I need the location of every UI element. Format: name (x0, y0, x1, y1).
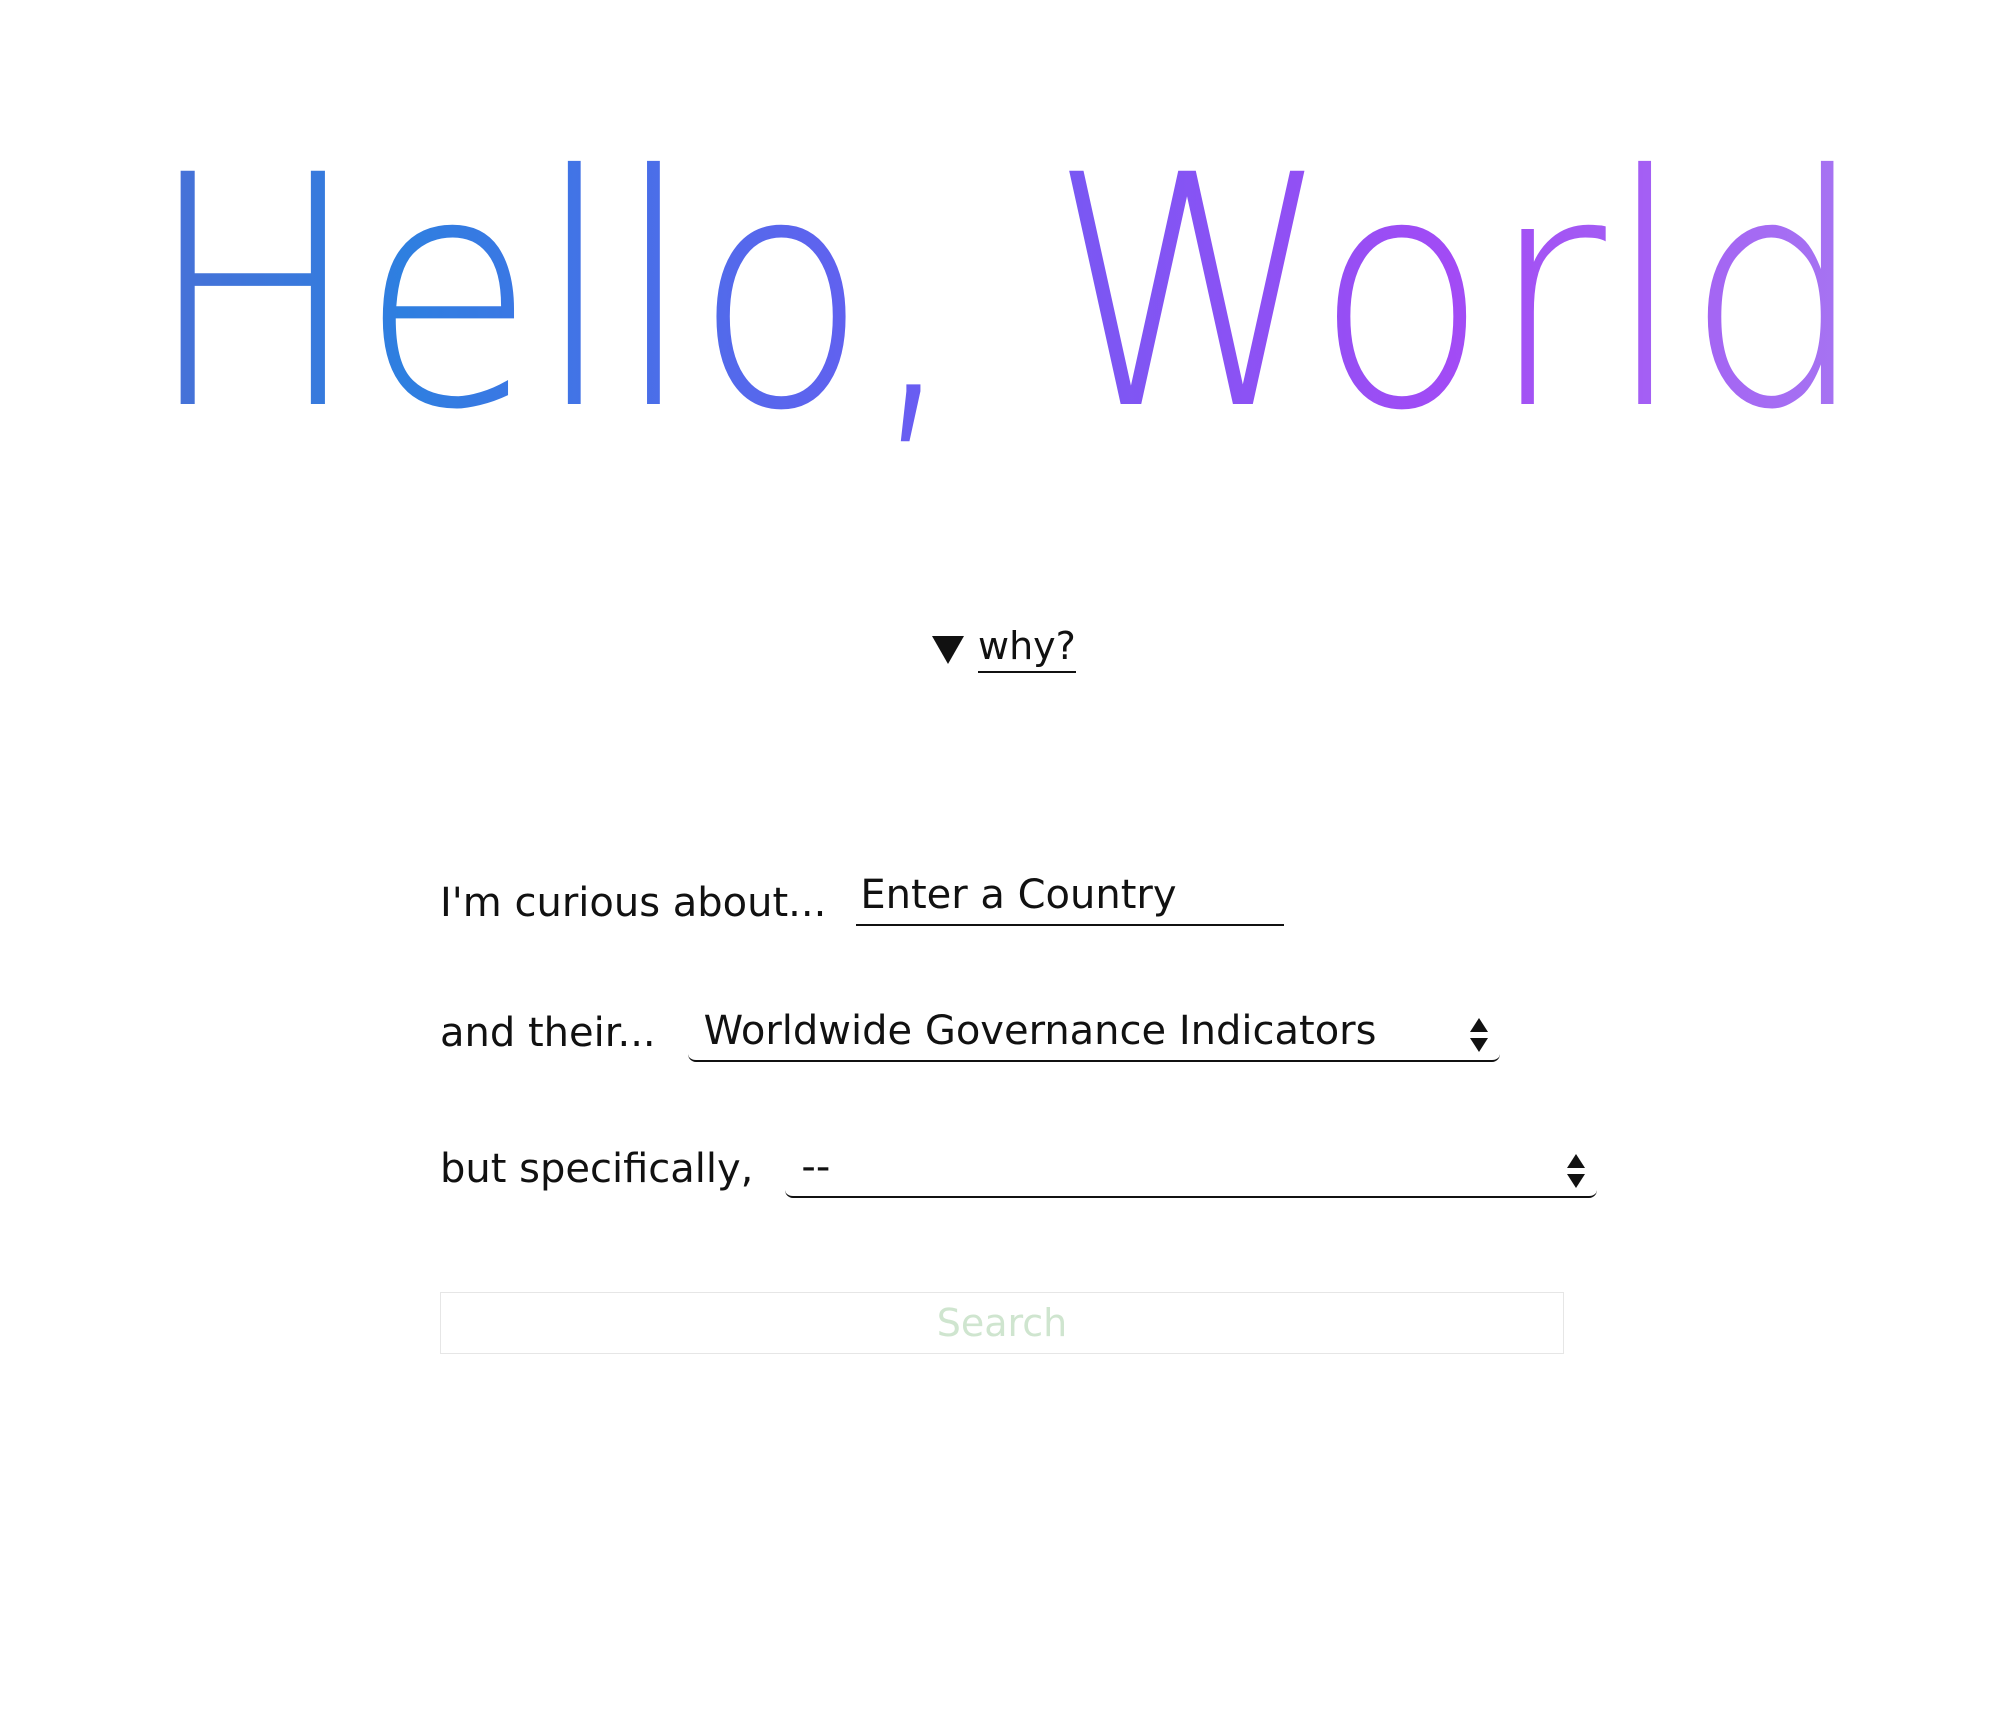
hero-title-text: Hello, World (146, 118, 1866, 478)
why-link[interactable]: why? (978, 624, 1076, 673)
category-select-value: Worldwide Governance Indicators (703, 1008, 1377, 1054)
indicator-row: but specifically, -- (440, 1144, 1598, 1198)
indicator-select-value: -- (801, 1144, 831, 1190)
select-arrows-icon (1567, 1154, 1586, 1188)
indicator-label: but specifically, (440, 1146, 754, 1192)
category-label: and their... (440, 1010, 656, 1056)
select-arrows-icon (1469, 1018, 1488, 1052)
category-row: and their... Worldwide Governance Indica… (440, 1008, 1500, 1062)
why-disclosure[interactable]: why? (930, 618, 1076, 678)
hero-title-svg: Hello, World (146, 118, 1866, 478)
country-label: I'm curious about... (440, 880, 827, 926)
country-row: I'm curious about... (440, 872, 1285, 926)
hero-title: Hello, World (0, 118, 2013, 478)
triangle-down-icon[interactable] (930, 630, 966, 666)
country-input[interactable] (856, 872, 1285, 926)
category-select[interactable]: Worldwide Governance Indicators (687, 1008, 1500, 1062)
indicator-select[interactable]: -- (785, 1144, 1598, 1198)
search-button[interactable]: Search (440, 1292, 1564, 1354)
